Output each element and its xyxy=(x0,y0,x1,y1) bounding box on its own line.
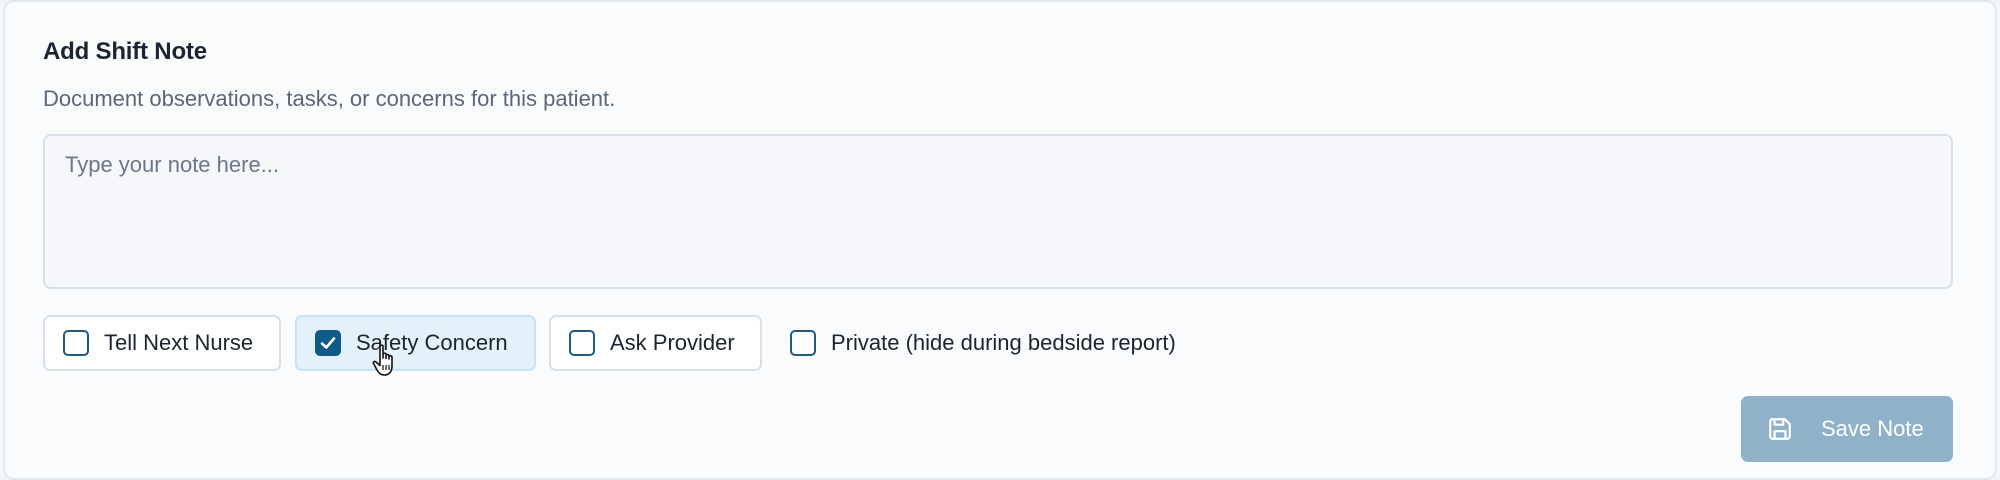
tag-ask-provider[interactable]: Ask Provider xyxy=(549,315,762,371)
tag-private[interactable]: Private (hide during bedside report) xyxy=(770,315,1230,371)
tag-label: Tell Next Nurse xyxy=(104,330,254,355)
save-note-button[interactable]: Save Note xyxy=(1741,396,1953,462)
tag-tell-next-nurse[interactable]: Tell Next Nurse xyxy=(43,315,281,371)
form-title: Add Shift Note xyxy=(43,38,207,65)
tag-label: Safety Concern xyxy=(356,330,508,355)
checkbox[interactable] xyxy=(315,330,341,356)
tag-label: Ask Provider xyxy=(610,330,735,355)
checkbox[interactable] xyxy=(790,330,816,356)
checkmark-icon xyxy=(320,337,336,349)
save-button-label: Save Note xyxy=(1821,416,1924,441)
checkbox[interactable] xyxy=(63,330,89,356)
note-textarea[interactable] xyxy=(43,134,1953,289)
tag-label: Private (hide during bedside report) xyxy=(831,330,1176,355)
tag-safety-concern[interactable]: Safety Concern xyxy=(295,315,536,371)
floppy-disk-icon xyxy=(1769,418,1791,440)
form-subtitle: Document observations, tasks, or concern… xyxy=(43,86,616,111)
checkbox[interactable] xyxy=(569,330,595,356)
